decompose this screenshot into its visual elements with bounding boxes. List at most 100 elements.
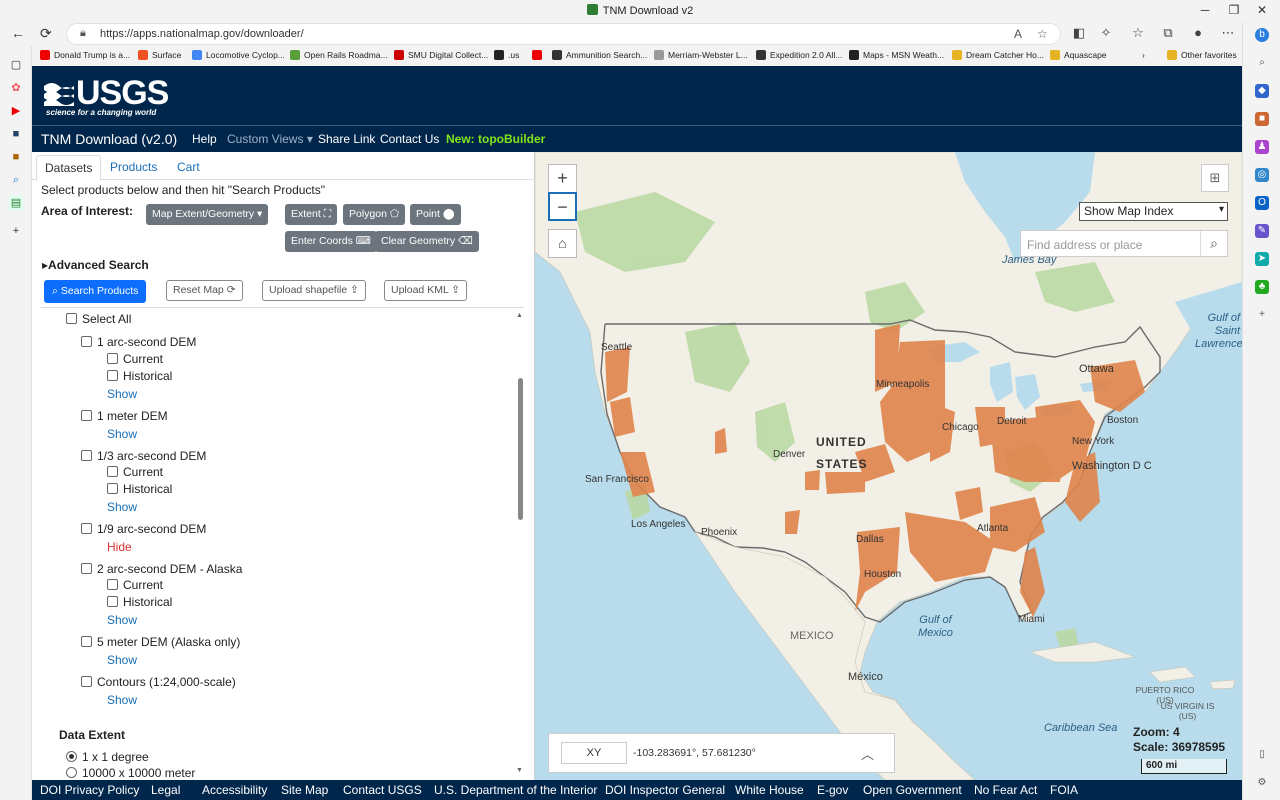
favorite-item[interactable]: Ammunition Search... bbox=[552, 50, 647, 60]
footer-link[interactable]: Open Government bbox=[863, 783, 962, 797]
favorites-overflow-icon[interactable]: › bbox=[1142, 50, 1145, 60]
favorite-item[interactable]: Aquascape bbox=[1050, 50, 1107, 60]
point-button[interactable]: Point ⬤ bbox=[410, 204, 461, 225]
reset-map-button[interactable]: Reset Map ⟳ bbox=[166, 280, 243, 301]
url-field[interactable]: 🔒︎ https://apps.nationalmap.gov/download… bbox=[66, 23, 1061, 45]
product-checkbox[interactable]: Contours (1:24,000-scale) bbox=[81, 675, 236, 689]
tree-icon[interactable]: ♣ bbox=[1255, 280, 1269, 294]
puzzle-icon[interactable]: ✧ bbox=[1097, 25, 1115, 41]
tab-datasets[interactable]: Datasets bbox=[36, 155, 102, 181]
refresh-icon[interactable]: ⟳ bbox=[40, 25, 52, 42]
current-checkbox[interactable]: Current bbox=[107, 465, 163, 479]
show-link[interactable]: Show bbox=[107, 693, 137, 707]
enter-coords-button[interactable]: Enter Coords ⌨ bbox=[285, 231, 377, 252]
product-checkbox[interactable]: 1/9 arc-second DEM bbox=[81, 522, 206, 536]
tab-icon[interactable]: ■ bbox=[9, 127, 23, 141]
office-icon[interactable]: ◎ bbox=[1255, 168, 1269, 182]
product-checkbox[interactable]: 5 meter DEM (Alaska only) bbox=[81, 635, 240, 649]
favorite-item[interactable]: Other favorites bbox=[1167, 50, 1237, 60]
home-extent-button[interactable]: ⌂ bbox=[548, 229, 577, 258]
topobuilder-link[interactable]: New: topoBuilder bbox=[446, 132, 545, 146]
favorite-item[interactable]: Expedition 2.0 All... bbox=[756, 50, 842, 60]
outlook-icon[interactable]: O bbox=[1255, 196, 1269, 210]
zoom-out-button[interactable]: − bbox=[548, 192, 577, 221]
upload-kml-button[interactable]: Upload KML ⇪ bbox=[384, 280, 468, 301]
footer-link[interactable]: No Fear Act bbox=[974, 783, 1037, 797]
show-link[interactable]: Show bbox=[107, 613, 137, 627]
product-checkbox[interactable]: 1 arc-second DEM bbox=[81, 335, 196, 349]
bing-icon[interactable]: b bbox=[1255, 28, 1269, 42]
search-products-button[interactable]: ⌕ Search Products bbox=[44, 280, 147, 303]
settings-gear-icon[interactable]: ⚙ bbox=[1255, 776, 1269, 790]
search-button[interactable]: ⌕ bbox=[1200, 231, 1227, 256]
historical-checkbox[interactable]: Historical bbox=[107, 482, 172, 496]
footer-link[interactable]: U.S. Department of the Interior bbox=[434, 783, 597, 797]
favorite-item[interactable]: .us bbox=[494, 50, 519, 60]
profile-avatar-icon[interactable]: ● bbox=[1189, 25, 1207, 40]
favorites-icon[interactable]: ☆ bbox=[1129, 25, 1147, 41]
footer-link[interactable]: Contact USGS bbox=[343, 783, 422, 797]
favorite-item[interactable]: Maps - MSN Weath... bbox=[849, 50, 944, 60]
data-extent-radio[interactable]: 10000 x 10000 meter bbox=[66, 766, 195, 780]
address-search-input[interactable]: Find address or place bbox=[1027, 238, 1142, 252]
product-checkbox[interactable]: 1 meter DEM bbox=[81, 409, 168, 423]
scroll-up-icon[interactable]: ▲ bbox=[516, 312, 523, 319]
tools-icon[interactable]: ■ bbox=[1255, 112, 1269, 126]
more-menu-icon[interactable]: ⋯ bbox=[1219, 25, 1237, 41]
footer-link[interactable]: FOIA bbox=[1050, 783, 1078, 797]
favorite-item[interactable]: Dream Catcher Ho... bbox=[952, 50, 1044, 60]
tab-cart[interactable]: Cart bbox=[177, 160, 200, 174]
historical-checkbox[interactable]: Historical bbox=[107, 369, 172, 383]
upload-shapefile-button[interactable]: Upload shapefile ⇪ bbox=[262, 280, 366, 301]
select-all-checkbox[interactable]: Select All bbox=[66, 312, 131, 326]
search-tab-icon[interactable]: ⌕ bbox=[9, 173, 23, 187]
tab-icon[interactable]: ✿ bbox=[9, 81, 23, 95]
favorite-item[interactable]: SMU Digital Collect... bbox=[394, 50, 488, 60]
hide-link[interactable]: Hide bbox=[107, 540, 132, 554]
historical-checkbox[interactable]: Historical bbox=[107, 595, 172, 609]
active-tab-icon[interactable]: ▤ bbox=[9, 196, 23, 210]
coord-mode-select[interactable]: XY bbox=[561, 742, 627, 764]
footer-link[interactable]: White House bbox=[735, 783, 804, 797]
tnm-brand[interactable]: TNM Download (v2.0) bbox=[41, 131, 177, 147]
show-link[interactable]: Show bbox=[107, 427, 137, 441]
chevron-up-icon[interactable]: ︿ bbox=[861, 744, 874, 763]
footer-link[interactable]: Accessibility bbox=[202, 783, 267, 797]
tab-products[interactable]: Products bbox=[110, 160, 157, 174]
favorite-star-icon[interactable]: ☆ bbox=[1037, 27, 1048, 41]
sidebar-layout-icon[interactable]: ▯ bbox=[1255, 748, 1269, 762]
new-tab-icon[interactable]: + bbox=[9, 224, 23, 238]
favorite-item[interactable]: Merriam-Webster L... bbox=[654, 50, 748, 60]
favorite-item[interactable]: Surface bbox=[138, 50, 181, 60]
youtube-tab-icon[interactable]: ▶ bbox=[9, 104, 23, 118]
read-aloud-icon[interactable]: A bbox=[1014, 27, 1022, 41]
data-extent-radio[interactable]: 1 x 1 degree bbox=[66, 750, 149, 764]
search-icon[interactable]: ⌕ bbox=[1255, 56, 1269, 70]
footer-link[interactable]: Legal bbox=[151, 783, 180, 797]
close-icon[interactable]: ✕ bbox=[1252, 3, 1272, 17]
product-checkbox[interactable]: 1/3 arc-second DEM bbox=[81, 449, 206, 463]
shopping-icon[interactable]: ◆ bbox=[1255, 84, 1269, 98]
scroll-down-icon[interactable]: ▼ bbox=[516, 767, 523, 774]
collections-icon[interactable]: ⧉ bbox=[1159, 25, 1177, 41]
scroll-thumb[interactable] bbox=[518, 378, 523, 520]
current-checkbox[interactable]: Current bbox=[107, 352, 163, 366]
send-icon[interactable]: ➤ bbox=[1255, 252, 1269, 266]
product-list-scrollbar[interactable]: ▲ ▼ bbox=[515, 312, 525, 782]
restore-icon[interactable]: ❐ bbox=[1224, 3, 1244, 17]
help-link[interactable]: Help bbox=[192, 132, 217, 146]
add-sidebar-icon[interactable]: + bbox=[1255, 308, 1269, 322]
tab-actions-icon[interactable]: ▢ bbox=[9, 58, 23, 72]
zoom-in-button[interactable]: + bbox=[548, 164, 577, 193]
polygon-button[interactable]: Polygon ⬠ bbox=[343, 204, 406, 225]
footer-link[interactable]: DOI Inspector General bbox=[605, 783, 725, 797]
footer-link[interactable]: E-gov bbox=[817, 783, 848, 797]
extension-icon[interactable]: ◧ bbox=[1070, 25, 1088, 41]
share-link[interactable]: Share Link bbox=[318, 132, 375, 146]
tab-icon[interactable]: ■ bbox=[9, 150, 23, 164]
show-link[interactable]: Show bbox=[107, 653, 137, 667]
advanced-search-toggle[interactable]: ▸Advanced Search bbox=[42, 258, 149, 272]
current-checkbox[interactable]: Current bbox=[107, 578, 163, 592]
show-link[interactable]: Show bbox=[107, 387, 137, 401]
favorite-item[interactable]: Open Rails Roadma... bbox=[290, 50, 388, 60]
